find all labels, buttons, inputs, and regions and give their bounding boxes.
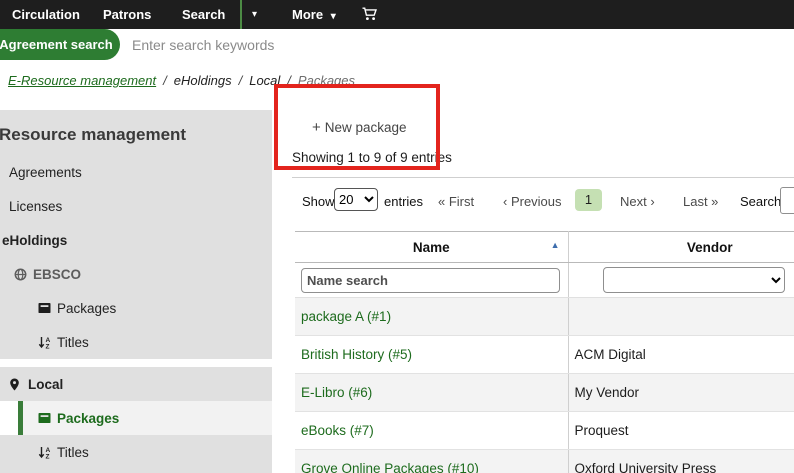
packages-table: Name ▲ Vendor package xyxy=(295,231,794,473)
pagination-next[interactable]: Next › xyxy=(620,192,655,212)
cart-icon[interactable] xyxy=(362,7,378,24)
new-package-button[interactable]: +New package xyxy=(312,119,407,136)
showing-entries-text: Showing 1 to 9 of 9 entries xyxy=(292,150,452,165)
nav-item-circulation[interactable]: Circulation xyxy=(12,0,80,29)
breadcrumb-separator: / xyxy=(239,73,243,88)
table-search-label: Search: xyxy=(740,192,785,212)
breadcrumb-item-local[interactable]: Local xyxy=(249,73,280,88)
pagination-page-1[interactable]: 1 xyxy=(575,189,602,211)
sidebar-heading: E-Resource management xyxy=(0,110,272,155)
nav-item-patrons[interactable]: Patrons xyxy=(103,0,151,29)
vendor-cell: Oxford University Press xyxy=(568,450,794,473)
keyword-search-input[interactable] xyxy=(130,31,534,59)
archive-icon xyxy=(38,412,52,424)
svg-text:Z: Z xyxy=(46,343,50,349)
top-navbar: Circulation Patrons Search ▾ More ▾ xyxy=(0,0,794,29)
package-link[interactable]: E-Libro (#6) xyxy=(301,385,372,400)
entries-label: entries xyxy=(384,192,423,212)
sidebar-filler xyxy=(0,469,272,473)
table-row: eBooks (#7) Proquest xyxy=(295,412,794,450)
sidebar-item-licenses[interactable]: Licenses xyxy=(0,189,272,223)
sidebar: E-Resource management Agreements License… xyxy=(0,110,272,473)
pin-icon xyxy=(9,378,23,391)
pagination-first[interactable]: « First xyxy=(438,192,474,212)
package-link[interactable]: eBooks (#7) xyxy=(301,423,374,438)
vendor-cell xyxy=(568,298,794,336)
nav-divider xyxy=(240,0,242,29)
chevron-down-icon: ▾ xyxy=(331,11,336,22)
sidebar-item-agreements[interactable]: Agreements xyxy=(0,155,272,189)
table-row: British History (#5) ACM Digital xyxy=(295,336,794,374)
search-bar: Agreement search xyxy=(0,29,794,60)
table-row: package A (#1) xyxy=(295,298,794,336)
sidebar-item-titles[interactable]: AZ Titles xyxy=(0,435,272,469)
sidebar-item-local[interactable]: Local xyxy=(0,367,272,401)
table-search-input[interactable] xyxy=(780,187,794,214)
package-link[interactable]: Grove Online Packages (#10) xyxy=(301,461,479,473)
sort-ascending-icon: ▲ xyxy=(551,240,560,250)
pagination-last[interactable]: Last » xyxy=(683,192,718,212)
chevron-down-icon[interactable]: ▾ xyxy=(252,0,257,29)
vendor-cell: My Vendor xyxy=(568,374,794,412)
globe-icon xyxy=(14,268,28,281)
koha-erm-screen: Circulation Patrons Search ▾ More ▾ Agre… xyxy=(0,0,794,473)
sidebar-item-ebsco[interactable]: EBSCO xyxy=(0,257,272,291)
table-row: E-Libro (#6) My Vendor xyxy=(295,374,794,412)
nav-item-search[interactable]: Search xyxy=(182,0,225,29)
column-header-name[interactable]: Name ▲ xyxy=(295,232,568,263)
breadcrumb-separator: / xyxy=(287,73,291,88)
package-link[interactable]: British History (#5) xyxy=(301,347,412,362)
breadcrumb-item-eholdings[interactable]: eHoldings xyxy=(174,73,232,88)
column-header-vendor[interactable]: Vendor xyxy=(568,232,794,263)
page-size-select[interactable]: 20 xyxy=(334,188,378,211)
name-filter-input[interactable] xyxy=(301,268,560,293)
packages-table-body: package A (#1) British History (#5) ACM … xyxy=(295,298,794,473)
sort-alpha-icon: AZ xyxy=(38,446,52,459)
show-label: Show xyxy=(302,192,335,212)
vendor-cell: Proquest xyxy=(568,412,794,450)
svg-text:Z: Z xyxy=(46,453,50,459)
nav-item-more[interactable]: More ▾ xyxy=(292,0,336,29)
archive-icon xyxy=(38,302,52,314)
breadcrumb-item-packages: Packages xyxy=(298,73,355,88)
sidebar-item-eholdings[interactable]: eHoldings xyxy=(0,223,272,257)
vendor-cell: ACM Digital xyxy=(568,336,794,374)
breadcrumb-separator: / xyxy=(163,73,167,88)
sidebar-item-packages[interactable]: Packages xyxy=(0,291,272,325)
sidebar-item-packages-active[interactable]: Packages xyxy=(18,401,272,435)
table-row: Grove Online Packages (#10) Oxford Unive… xyxy=(295,450,794,473)
agreement-search-tab[interactable]: Agreement search xyxy=(0,29,120,60)
breadcrumb: E-Resource management / eHoldings / Local / Pa… xyxy=(0,60,794,100)
sidebar-menu: Agreements Licenses eHoldings EBSCO Pack… xyxy=(0,155,272,469)
divider-line xyxy=(292,177,794,178)
sort-alpha-icon: AZ xyxy=(38,336,52,349)
vendor-filter-select[interactable] xyxy=(603,267,785,293)
pagination-previous[interactable]: ‹ Previous xyxy=(503,192,562,212)
main-content: +New package Showing 1 to 9 of 9 entries… xyxy=(272,110,794,473)
sidebar-item-titles[interactable]: AZ Titles xyxy=(0,325,272,359)
breadcrumb-item-e-resource-management[interactable]: E-Resource management xyxy=(8,73,156,88)
plus-icon: + xyxy=(312,119,321,136)
package-link[interactable]: package A (#1) xyxy=(301,309,391,324)
